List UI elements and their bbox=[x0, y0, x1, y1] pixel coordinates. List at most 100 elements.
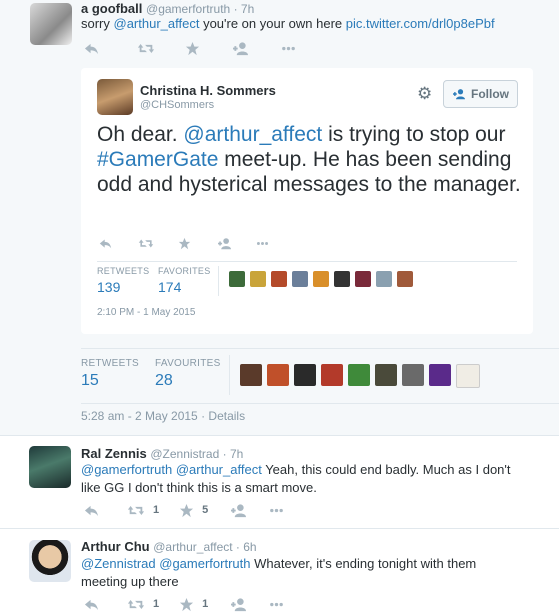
embed-author-name[interactable]: Christina H. Sommers bbox=[140, 83, 276, 98]
avatar[interactable] bbox=[250, 271, 266, 287]
avatar[interactable] bbox=[376, 271, 392, 287]
avatar[interactable] bbox=[402, 364, 424, 386]
follow-button[interactable] bbox=[230, 596, 247, 612]
follow-icon bbox=[230, 597, 247, 612]
follow-button[interactable] bbox=[230, 502, 247, 518]
favouriter-avatars bbox=[240, 364, 485, 388]
follow-icon bbox=[230, 503, 247, 518]
retweet-button[interactable] bbox=[137, 40, 155, 56]
text-segment: Oh dear. bbox=[97, 123, 184, 146]
avatar[interactable] bbox=[334, 271, 350, 287]
hashtag-link[interactable]: #GamerGate bbox=[97, 148, 218, 171]
avatar[interactable] bbox=[313, 271, 329, 287]
retweet-button[interactable] bbox=[138, 235, 154, 251]
reply-button[interactable] bbox=[84, 596, 99, 612]
stat-value: 28 bbox=[155, 372, 173, 389]
avatar[interactable] bbox=[29, 446, 71, 488]
favorite-button[interactable] bbox=[178, 235, 191, 251]
tweet-time[interactable]: 7h bbox=[230, 447, 243, 461]
divider bbox=[81, 348, 559, 349]
author-name[interactable]: a goofball bbox=[81, 1, 142, 16]
reply-button[interactable] bbox=[84, 502, 99, 518]
avatar[interactable] bbox=[267, 364, 289, 386]
mention-link[interactable]: @gamerfortruth bbox=[81, 462, 172, 477]
stat-value: 15 bbox=[81, 372, 99, 389]
tweet-time[interactable]: 6h bbox=[243, 540, 256, 554]
embed-retweets-stat[interactable]: RETWEETS 139 bbox=[97, 266, 149, 295]
avatar[interactable] bbox=[240, 364, 262, 386]
more-button[interactable] bbox=[269, 502, 284, 518]
dot-separator: · bbox=[219, 447, 230, 461]
author-name[interactable]: Ral Zennis bbox=[81, 446, 147, 461]
mention-link[interactable]: @arthur_affect bbox=[176, 462, 262, 477]
embed-timestamp[interactable]: 2:10 PM - 1 May 2015 bbox=[97, 307, 195, 318]
follow-button[interactable]: Follow bbox=[443, 80, 518, 108]
more-button[interactable] bbox=[256, 235, 269, 251]
avatar[interactable] bbox=[348, 364, 370, 386]
embed-favorites-stat[interactable]: FAVORITES 174 bbox=[158, 266, 211, 295]
mention-link[interactable]: @arthur_affect bbox=[114, 16, 200, 31]
avatar[interactable] bbox=[375, 364, 397, 386]
embed-tweet-text: Oh dear. @arthur_affect is trying to sto… bbox=[97, 122, 527, 197]
tweet-header: a goofball @gamerfortruth · 7h bbox=[81, 1, 254, 16]
embedded-tweet-card[interactable]: Christina H. Sommers @CHSommers ⚙ Follow… bbox=[81, 68, 533, 334]
tweet-time[interactable]: 7h bbox=[241, 2, 254, 16]
retweet-button[interactable]: 1 bbox=[127, 596, 159, 612]
favorite-icon bbox=[178, 237, 191, 250]
avatar[interactable] bbox=[29, 540, 71, 582]
avatar[interactable] bbox=[429, 364, 451, 386]
divider bbox=[218, 266, 219, 296]
avatar[interactable] bbox=[229, 271, 245, 287]
mention-link[interactable]: @arthur_affect bbox=[183, 123, 322, 146]
follow-button[interactable] bbox=[232, 40, 249, 56]
retweet-button[interactable]: 1 bbox=[127, 502, 159, 518]
avatar[interactable] bbox=[456, 364, 480, 388]
tweet-text: sorry @arthur_affect you're on your own … bbox=[81, 15, 495, 33]
author-name[interactable]: Arthur Chu bbox=[81, 539, 150, 554]
more-button[interactable] bbox=[269, 596, 284, 612]
favorite-count: 5 bbox=[202, 504, 209, 516]
more-icon bbox=[269, 597, 284, 612]
mention-link[interactable]: @Zennistrad bbox=[81, 556, 156, 571]
stat-label: FAVORITES bbox=[158, 266, 211, 276]
embed-avatar[interactable] bbox=[97, 79, 133, 115]
gear-icon[interactable]: ⚙ bbox=[417, 84, 432, 104]
avatar[interactable] bbox=[30, 3, 72, 45]
embed-author-handle[interactable]: @CHSommers bbox=[140, 99, 214, 111]
tweet-actions: 1 1 bbox=[84, 596, 316, 612]
stat-value: 139 bbox=[97, 279, 121, 295]
retweets-stat[interactable]: RETWEETS 15 bbox=[81, 358, 139, 390]
dot-separator: · bbox=[230, 2, 241, 16]
tweet-actions bbox=[84, 40, 328, 56]
favorite-button[interactable]: 5 bbox=[179, 502, 208, 518]
avatar[interactable] bbox=[294, 364, 316, 386]
reply-button[interactable] bbox=[99, 235, 112, 251]
avatar[interactable] bbox=[355, 271, 371, 287]
details-link[interactable]: Details bbox=[208, 409, 245, 423]
media-link[interactable]: pic.twitter.com/drl0p8ePbf bbox=[346, 16, 495, 31]
tweet-timestamp[interactable]: 5:28 am - 2 May 2015 bbox=[81, 409, 198, 423]
author-handle[interactable]: @arthur_affect bbox=[153, 540, 232, 554]
dot-separator: · bbox=[197, 409, 209, 423]
mention-link[interactable]: @gamerfortruth bbox=[159, 556, 250, 571]
favourites-stat[interactable]: FAVOURITES 28 bbox=[155, 358, 221, 390]
avatar[interactable] bbox=[397, 271, 413, 287]
follow-button[interactable] bbox=[217, 235, 232, 251]
avatar[interactable] bbox=[321, 364, 343, 386]
favorite-button[interactable] bbox=[185, 40, 200, 56]
reply-icon bbox=[99, 237, 112, 250]
more-icon bbox=[256, 237, 269, 250]
retweet-icon bbox=[137, 41, 155, 56]
stat-value: 174 bbox=[158, 279, 182, 295]
retweet-count: 1 bbox=[153, 504, 160, 516]
avatar[interactable] bbox=[292, 271, 308, 287]
divider bbox=[97, 261, 517, 262]
retweet-icon bbox=[127, 597, 145, 612]
more-button[interactable] bbox=[281, 40, 296, 56]
tweet-header: Ral Zennis @Zennistrad · 7h bbox=[81, 446, 243, 461]
author-handle[interactable]: @gamerfortruth bbox=[146, 2, 230, 16]
author-handle[interactable]: @Zennistrad bbox=[150, 447, 219, 461]
reply-button[interactable] bbox=[84, 40, 99, 56]
avatar[interactable] bbox=[271, 271, 287, 287]
favorite-button[interactable]: 1 bbox=[179, 596, 208, 612]
